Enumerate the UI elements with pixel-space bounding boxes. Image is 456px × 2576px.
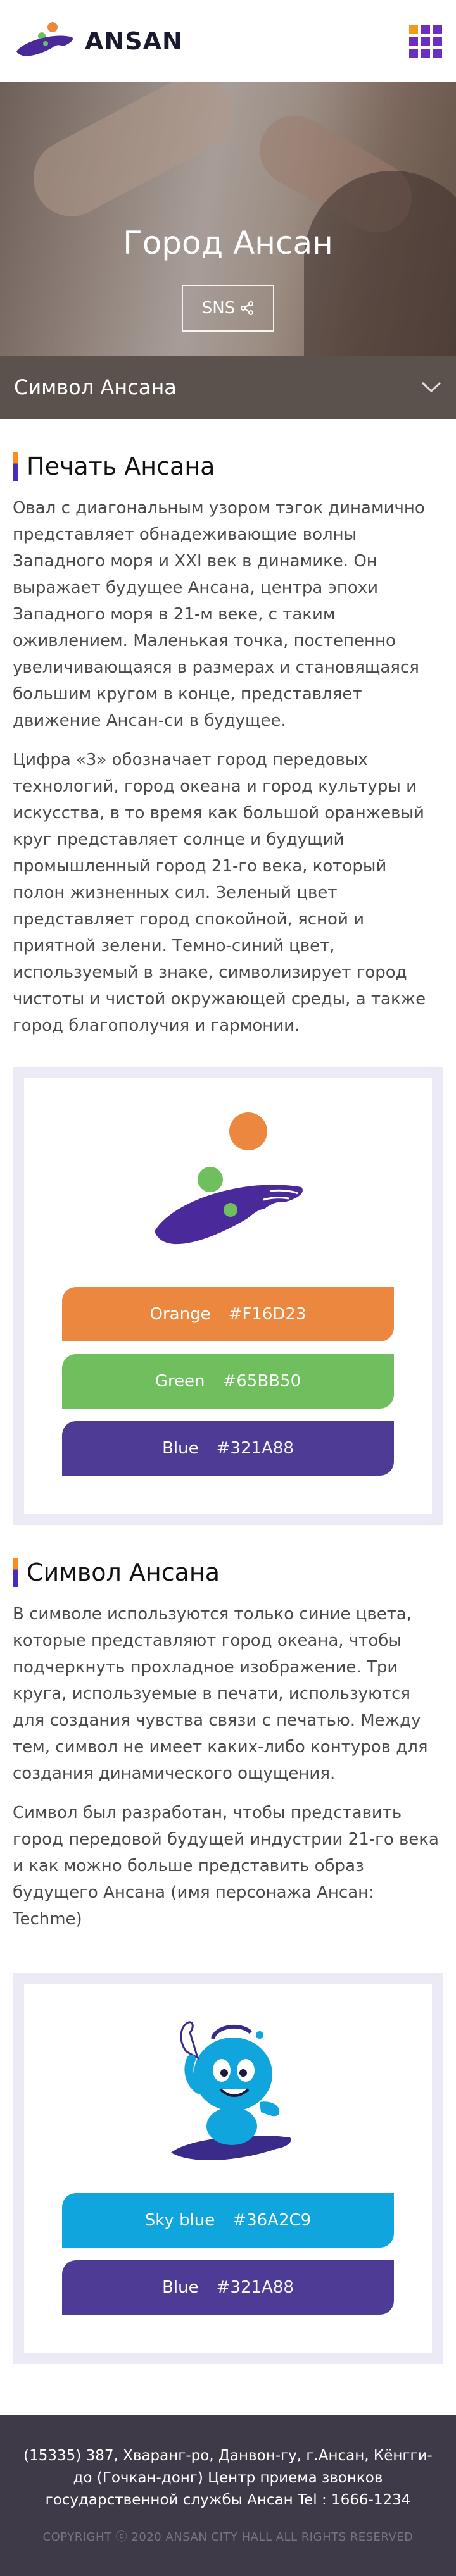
symbol-title: Символ Ансана <box>27 1559 220 1586</box>
swatch-name: Green <box>155 1372 205 1391</box>
ansan-seal-icon <box>155 1112 303 1245</box>
swatch-orange: Orange #F16D23 <box>62 1287 394 1341</box>
sub-nav-dropdown[interactable]: Символ Ансана <box>0 356 456 419</box>
symbol-section: Символ Ансана В символе используются тол… <box>0 1558 456 1932</box>
site-footer: (15335) 387, Хваранг-ро, Данвон-гу, г.Ан… <box>0 2415 456 2576</box>
footer-address: (15335) 387, Хваранг-ро, Данвон-гу, г.Ан… <box>23 2448 433 2508</box>
swatch-hex: #321A88 <box>216 1439 294 1458</box>
share-icon <box>241 301 254 315</box>
seal-section: Печать Ансана Овал с диагональным узором… <box>0 452 456 1039</box>
sns-label: SNS <box>201 299 236 318</box>
grid-menu-icon[interactable] <box>408 23 443 59</box>
section-heading: Символ Ансана <box>13 1558 443 1587</box>
swatch-name: Orange <box>149 1305 211 1324</box>
swatch-hex: #36A2C9 <box>232 2211 312 2230</box>
ansan-logo-icon <box>16 22 73 56</box>
techme-character-icon <box>171 2021 291 2161</box>
swatch-name: Blue <box>162 2278 199 2297</box>
swatch-hex: #F16D23 <box>228 1305 307 1324</box>
seal-paragraph: Цифра «3» обозначает город передовых тех… <box>13 750 426 1035</box>
seal-color-panel: Orange #F16D23 Green #65BB50 Blue #321A8… <box>13 1067 443 1525</box>
heading-accent-bar <box>13 452 18 481</box>
swatch-name: Blue <box>162 1439 199 1458</box>
footer-copyright: COPYRIGHT ⓒ 2020 ANSAN CITY HALL ALL RIG… <box>42 2530 414 2544</box>
swatch-name: Sky blue <box>144 2211 215 2230</box>
logo-text: ANSAN <box>85 27 183 55</box>
hero-banner: Город Ансан SNS <box>0 82 456 356</box>
swatch-sky-blue: Sky blue #36A2C9 <box>62 2193 394 2248</box>
section-heading: Печать Ансана <box>13 452 443 481</box>
seal-emblem <box>62 1107 394 1259</box>
swatch-blue: Blue #321A88 <box>62 1421 394 1476</box>
chevron-down-icon <box>421 382 441 393</box>
symbol-paragraph: В символе используются только синие цвет… <box>13 1605 428 1783</box>
sub-nav-label: Символ Ансана <box>14 375 177 399</box>
seal-paragraph: Овал с диагональным узором тэгок динамич… <box>13 499 425 730</box>
page-title: Город Ансан <box>123 225 333 261</box>
symbol-color-panel: Sky blue #36A2C9 Blue #321A88 <box>13 1973 443 2364</box>
swatch-blue: Blue #321A88 <box>62 2260 394 2315</box>
symbol-paragraph: Символ был разработан, чтобы представить… <box>13 1803 439 1929</box>
site-logo[interactable]: ANSAN <box>13 21 183 61</box>
swatch-green: Green #65BB50 <box>62 1354 394 1409</box>
swatch-hex: #321A88 <box>216 2278 294 2297</box>
techme-character <box>62 2013 394 2165</box>
site-header: ANSAN <box>0 0 456 82</box>
seal-title: Печать Ансана <box>27 452 215 480</box>
heading-accent-bar <box>13 1558 18 1587</box>
sns-button[interactable]: SNS <box>182 285 274 332</box>
swatch-hex: #65BB50 <box>222 1372 301 1391</box>
